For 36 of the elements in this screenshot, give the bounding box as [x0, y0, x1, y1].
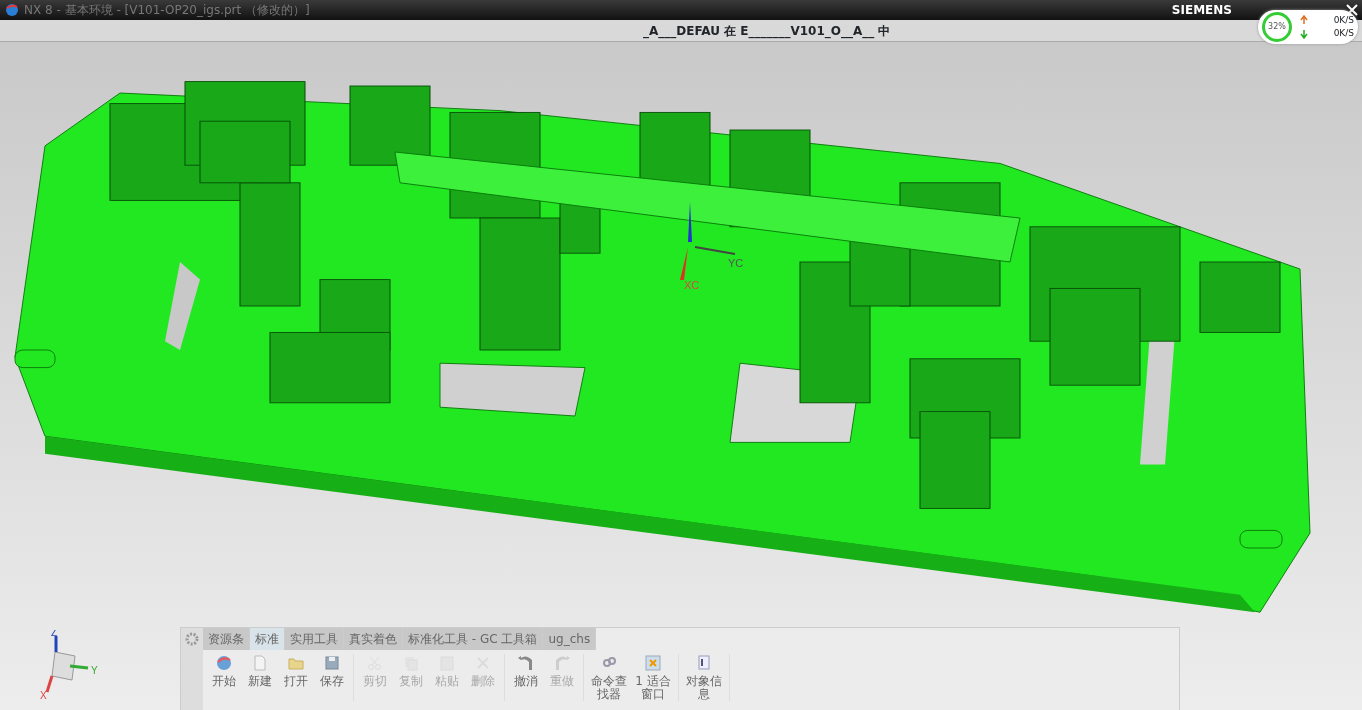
ribbon-tab[interactable]: 实用工具 [285, 628, 344, 650]
redo-icon [553, 654, 571, 672]
toolbar-button[interactable]: 对象信息 [682, 654, 726, 702]
toolbar-button[interactable]: 1 适合窗口 [631, 654, 675, 702]
cpu-usage-gauge: 32% [1262, 12, 1292, 42]
axis-label: X [40, 690, 47, 700]
download-speed: 0K/S [1333, 27, 1354, 40]
axis-label: Z [51, 630, 58, 638]
ribbon-tab[interactable]: ug_chs [543, 628, 597, 650]
axis-label: YC [728, 257, 744, 269]
app-logo-icon [4, 3, 20, 17]
toolbar-button[interactable]: 撤消 [508, 654, 544, 702]
toolbar-button[interactable]: 打开 [278, 654, 314, 702]
upload-speed: 0K/S [1333, 13, 1354, 27]
toolbar-button[interactable]: 保存 [314, 654, 350, 702]
upload-arrow-icon [1300, 15, 1308, 26]
toolbar-button[interactable]: 开始 [206, 654, 242, 702]
toolbar-button[interactable]: 新建 [242, 654, 278, 702]
ribbon-tab[interactable]: 标准化工具 - GC 工具箱 [403, 628, 544, 650]
status-message: _A___DEFAU 在 E_______V101_O__A__ 中 [643, 22, 891, 40]
info-page-icon [695, 654, 713, 672]
close-icon[interactable] [1346, 4, 1358, 16]
ribbon-tab[interactable]: 资源条 [203, 628, 250, 650]
brand-logo: SIEMENS [1171, 2, 1232, 19]
download-arrow-icon [1300, 28, 1308, 39]
ribbon-tab[interactable]: 标准 [250, 628, 285, 650]
globe-icon [215, 654, 233, 672]
toolbar-button[interactable]: 命令查找器 [587, 654, 631, 702]
undo-icon [517, 654, 535, 672]
window-title: NX 8 - 基本环境 - [V101-OP20_igs.prt （修改的）] [24, 2, 310, 19]
axis-label: Y [91, 665, 98, 676]
fit-window-icon [644, 654, 662, 672]
blank-page-icon [251, 654, 269, 672]
coordinate-triad-drawing [45, 636, 89, 693]
axis-label: XC [684, 279, 700, 291]
ribbon-tab[interactable]: 真实着色 [344, 628, 403, 650]
